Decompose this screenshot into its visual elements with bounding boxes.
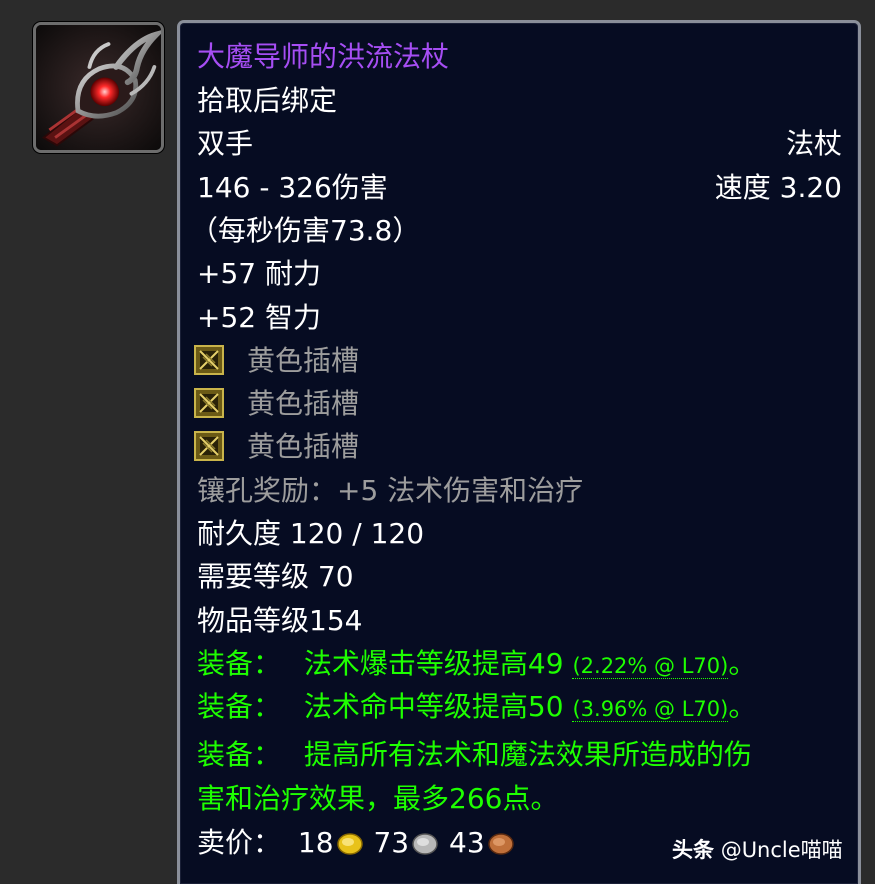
equip-text: 法术命中等级提高50 bbox=[303, 690, 564, 723]
item-required-level: 需要等级 70 bbox=[197, 560, 354, 593]
item-durability: 耐久度 120 / 120 bbox=[197, 517, 425, 550]
equip-label: 装备： bbox=[197, 738, 282, 771]
socket-label: 黄色插槽 bbox=[247, 344, 360, 377]
sell-price-silver: 73 bbox=[373, 826, 410, 859]
equip-label: 装备： bbox=[197, 647, 282, 680]
socket-bonus: 镶孔奖励：+5 法术伤害和治疗 bbox=[197, 474, 584, 507]
item-type: 法杖 bbox=[785, 127, 842, 160]
equip-detail[interactable]: (2.22% @ L70) bbox=[572, 654, 729, 679]
item-speed: 速度 3.20 bbox=[714, 171, 842, 204]
equip-effect-hit: 装备： 法术命中等级提高50 (3.96% @ L70)。 bbox=[197, 687, 756, 729]
yellow-socket-icon bbox=[194, 388, 224, 418]
equip-label: 装备： bbox=[197, 690, 282, 723]
copper-coin-icon bbox=[487, 833, 514, 855]
silver-coin-icon bbox=[412, 833, 438, 855]
equip-text: 法术爆击等级提高49 bbox=[303, 647, 564, 680]
watermark-brand: 头条 bbox=[672, 838, 714, 862]
equip-detail[interactable]: (3.96% @ L70) bbox=[572, 697, 729, 722]
item-stat-stamina: +57 耐力 bbox=[197, 257, 321, 290]
item-tooltip: 大魔导师的洪流法杖 拾取后绑定 双手 法杖 146 - 326伤害 速度 3.2… bbox=[177, 20, 861, 884]
socket-label: 黄色插槽 bbox=[247, 430, 360, 463]
item-dps: （每秒伤害73.8） bbox=[190, 214, 421, 247]
item-stat-intellect: +52 智力 bbox=[197, 301, 321, 334]
item-slot: 双手 bbox=[197, 127, 254, 160]
socket-row: 黄色插槽 bbox=[194, 427, 359, 467]
sell-price: 卖价： 18 73 43 bbox=[197, 823, 516, 863]
sell-price-label: 卖价： bbox=[197, 826, 282, 859]
equip-effect-crit: 装备： 法术爆击等级提高49 (2.22% @ L70)。 bbox=[197, 644, 756, 686]
yellow-socket-icon bbox=[194, 345, 224, 375]
item-binding: 拾取后绑定 bbox=[197, 84, 338, 117]
sell-price-copper: 43 bbox=[449, 826, 485, 859]
yellow-socket-icon bbox=[194, 431, 224, 461]
item-damage: 146 - 326伤害 bbox=[197, 171, 388, 204]
sell-price-gold: 18 bbox=[297, 826, 334, 859]
gold-coin-icon bbox=[336, 833, 363, 855]
watermark: 头条 @Uncle喵喵 bbox=[672, 835, 843, 865]
item-name: 大魔导师的洪流法杖 bbox=[197, 40, 450, 73]
equip-text: 提高所有法术和魔法效果所造成的伤 bbox=[303, 738, 752, 771]
item-icon-frame[interactable] bbox=[33, 22, 164, 153]
equip-suffix: 。 bbox=[728, 647, 757, 680]
watermark-handle: @Uncle喵喵 bbox=[720, 838, 843, 862]
equip-suffix: 。 bbox=[728, 690, 757, 723]
socket-label: 黄色插槽 bbox=[247, 387, 360, 420]
socket-row: 黄色插槽 bbox=[194, 341, 359, 381]
item-level: 物品等级154 bbox=[197, 604, 363, 637]
equip-effect-spellpower-cont: 害和治疗效果，最多266点。 bbox=[197, 782, 559, 815]
equip-effect-spellpower: 装备： 提高所有法术和魔法效果所造成的伤 bbox=[197, 735, 752, 775]
socket-row: 黄色插槽 bbox=[194, 384, 359, 424]
staff-icon bbox=[36, 25, 161, 150]
